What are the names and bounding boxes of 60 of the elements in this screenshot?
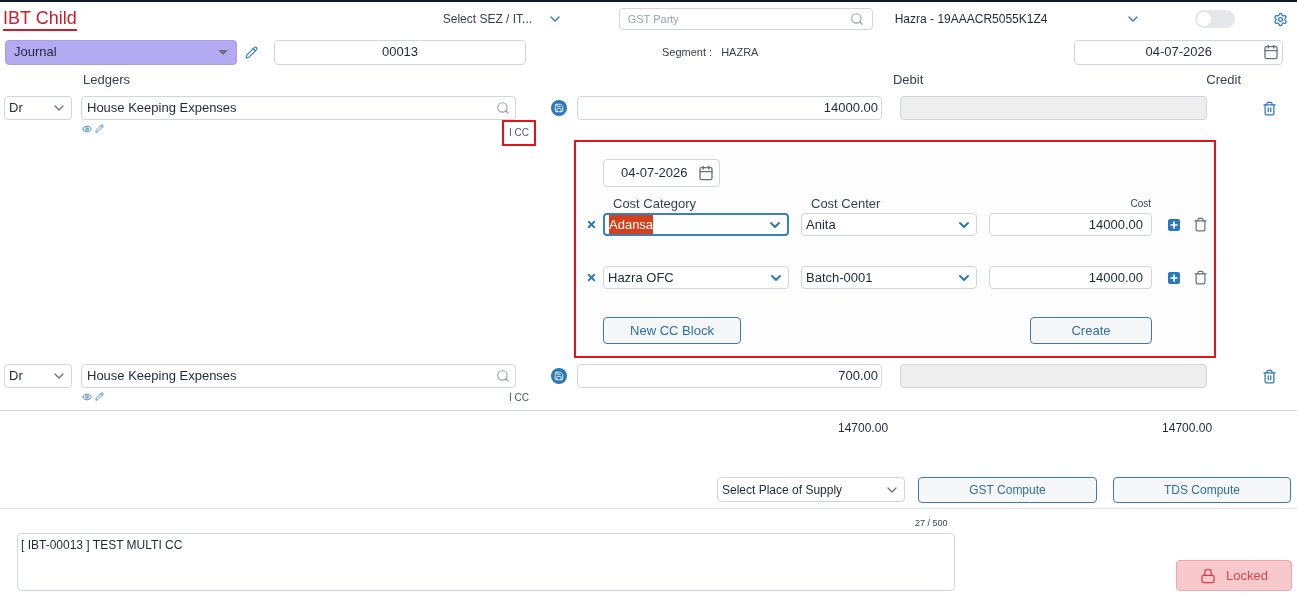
add-icon[interactable] <box>1168 218 1180 231</box>
cost-center-link[interactable]: I CC <box>504 390 534 406</box>
tds-compute-button[interactable]: TDS Compute <box>1113 476 1291 503</box>
side-select[interactable]: Dr <box>4 96 72 120</box>
calendar-icon[interactable] <box>1263 44 1280 60</box>
column-header: Credit <box>1206 71 1242 90</box>
cost-field[interactable]: 14000.00 <box>989 266 1152 289</box>
add-icon[interactable] <box>1168 271 1180 284</box>
view-icon[interactable] <box>82 392 92 402</box>
cost-field[interactable]: 14000.00 <box>989 213 1152 236</box>
side-select[interactable]: Dr <box>4 364 72 388</box>
debit-field[interactable]: 700.00 <box>577 364 882 388</box>
remove-icon[interactable] <box>586 272 597 283</box>
column-header: Cost <box>1129 197 1151 211</box>
search-icon[interactable] <box>496 101 510 115</box>
category-select[interactable]: Adansa <box>603 213 789 236</box>
cost-center-select[interactable]: Anita <box>801 213 977 236</box>
ledger-field[interactable]: House Keeping Expenses <box>81 96 516 120</box>
column-header: Ledgers <box>83 71 130 90</box>
delete-icon[interactable] <box>1262 100 1277 116</box>
place-of-supply-select[interactable]: Select Place of Supply <box>717 477 905 502</box>
page-title: IBT Child <box>3 7 77 31</box>
column-header: Cost Center <box>811 194 882 213</box>
save-icon[interactable] <box>551 368 567 384</box>
new-cc-block-button[interactable]: New CC Block <box>603 317 741 344</box>
view-icon[interactable] <box>82 124 92 134</box>
voucher-type-select[interactable]: Journal <box>5 39 237 65</box>
delete-icon[interactable] <box>1193 270 1208 285</box>
remove-icon[interactable] <box>586 219 597 230</box>
voucher-number-field[interactable]: 00013 <box>274 39 526 65</box>
ledger-field[interactable]: House Keeping Expenses <box>81 364 516 388</box>
date-field[interactable]: 04-07-2026 <box>603 159 720 187</box>
settings-icon[interactable] <box>1272 11 1288 27</box>
party-select[interactable]: Hazra - 19AAACR5055K1Z4 <box>894 10 1125 28</box>
voucher-date-field[interactable]: 04-07-2026 <box>1074 39 1284 65</box>
narration-field[interactable]: [ IBT-00013 ] TEST MULTI CC <box>17 533 955 591</box>
gst-compute-button[interactable]: GST Compute <box>918 476 1097 503</box>
segment-label: Segment : <box>662 44 713 60</box>
create-button[interactable]: Create <box>1030 317 1152 344</box>
sez-select[interactable]: Select SEZ / IT... <box>442 10 539 28</box>
search-icon[interactable] <box>496 369 510 383</box>
column-header: Debit <box>893 71 924 90</box>
search-icon[interactable] <box>849 12 864 26</box>
credit-total: 14700.00 <box>1162 420 1213 437</box>
debit-field[interactable]: 14000.00 <box>577 96 882 120</box>
column-header: Cost Category <box>613 194 698 213</box>
edit-icon[interactable] <box>245 45 258 59</box>
caret-icon <box>218 49 228 55</box>
cost-center-select[interactable]: Batch-0001 <box>801 266 977 289</box>
calendar-icon[interactable] <box>698 165 714 181</box>
category-select[interactable]: Hazra OFC <box>603 266 789 289</box>
delete-icon[interactable] <box>1262 368 1277 384</box>
lock-icon <box>1200 567 1217 584</box>
character-counter: 27 / 500 <box>915 517 949 529</box>
delete-icon[interactable] <box>1193 217 1208 232</box>
debit-total: 14700.00 <box>838 420 889 437</box>
segment-value: HAZRA <box>721 44 759 60</box>
save-icon[interactable] <box>551 100 567 116</box>
cost-center-link[interactable]: I CC <box>504 122 534 144</box>
toggle-switch[interactable] <box>1194 10 1235 28</box>
